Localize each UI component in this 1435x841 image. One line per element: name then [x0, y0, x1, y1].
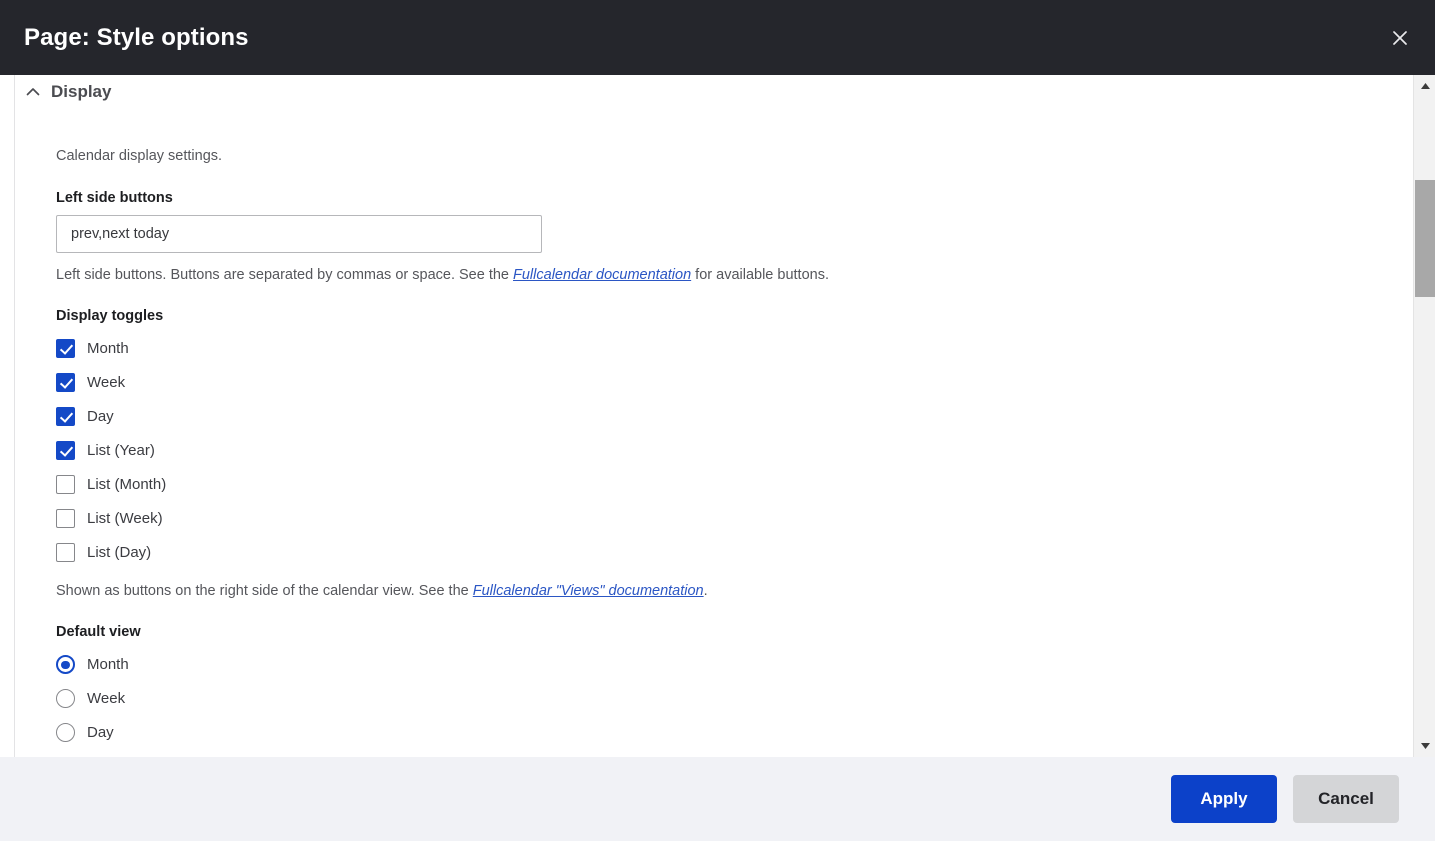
default-view-row[interactable]: Day — [56, 716, 1405, 750]
dialog-titlebar: Page: Style options — [0, 0, 1435, 75]
close-icon[interactable] — [1381, 19, 1419, 57]
default-view-label-text: Month — [87, 656, 129, 674]
display-section-title: Display — [51, 82, 112, 101]
fullcalendar-views-documentation-link[interactable]: Fullcalendar "Views" documentation — [473, 583, 704, 599]
help-text-after: for available buttons. — [691, 267, 829, 284]
left-side-buttons-help: Left side buttons. Buttons are separated… — [56, 266, 1405, 285]
radio-month[interactable] — [56, 655, 75, 675]
display-toggle-label: Month — [87, 339, 129, 357]
display-toggle-row[interactable]: List (Year) — [56, 433, 1405, 467]
display-toggle-row[interactable]: Month — [56, 331, 1405, 365]
toggles-help-before: Shown as buttons on the right side of th… — [56, 583, 473, 600]
display-toggle-label: List (Year) — [87, 441, 155, 459]
checkbox-list-year[interactable] — [56, 440, 75, 460]
display-toggle-row[interactable]: Day — [56, 399, 1405, 433]
radio-day[interactable] — [56, 723, 75, 743]
display-toggle-label: List (Day) — [87, 543, 152, 561]
dialog-content: Display Calendar display settings. Left … — [0, 75, 1435, 757]
display-toggle-label: Week — [87, 373, 126, 391]
display-section: Display Calendar display settings. Left … — [0, 75, 1405, 757]
fullcalendar-documentation-link[interactable]: Fullcalendar documentation — [513, 267, 691, 283]
display-description: Calendar display settings. — [56, 148, 223, 164]
default-view-row[interactable]: List (Year) — [56, 750, 1405, 757]
display-toggle-row[interactable]: List (Week) — [56, 501, 1405, 535]
checkbox-list-day[interactable] — [56, 542, 75, 562]
default-view-row[interactable]: Month — [56, 648, 1405, 682]
display-toggles-help: Shown as buttons on the right side of th… — [56, 582, 1405, 601]
default-view-row[interactable]: Week — [56, 682, 1405, 716]
help-text-before: Left side buttons. Buttons are separated… — [56, 267, 514, 284]
display-toggle-row[interactable]: List (Day) — [56, 535, 1405, 569]
default-view-label-text: Day — [87, 724, 114, 742]
checkbox-week[interactable] — [56, 372, 75, 392]
scrollbar-thumb[interactable] — [1415, 180, 1435, 297]
display-section-body: Calendar display settings. Left side but… — [0, 147, 1405, 757]
page-title: Page: Style options — [24, 23, 249, 51]
display-toggle-label: List (Week) — [87, 509, 163, 527]
checkbox-list-week[interactable] — [56, 508, 75, 528]
checkbox-list-month[interactable] — [56, 474, 75, 494]
triangle-down-icon[interactable] — [1414, 735, 1435, 757]
display-section-header[interactable]: Display — [0, 75, 1405, 100]
default-view-group: Month Week Day List (Year) — [56, 648, 1405, 757]
apply-button[interactable]: Apply — [1171, 775, 1277, 823]
checkbox-month[interactable] — [56, 338, 75, 358]
display-toggles-label: Display toggles — [56, 308, 164, 325]
default-view-label-text: Week — [87, 690, 126, 708]
chevron-up-icon — [25, 84, 41, 100]
left-side-buttons-label: Left side buttons — [56, 189, 173, 206]
dialog-footer: Apply Cancel — [0, 757, 1435, 841]
style-options-dialog: Page: Style options Display Calendar dis… — [0, 0, 1435, 841]
vertical-scrollbar[interactable] — [1413, 75, 1435, 757]
display-toggle-row[interactable]: List (Month) — [56, 467, 1405, 501]
display-toggle-label: Day — [87, 407, 114, 425]
radio-week[interactable] — [56, 689, 75, 709]
left-side-buttons-input[interactable] — [56, 215, 542, 254]
cancel-button[interactable]: Cancel — [1293, 775, 1399, 823]
triangle-up-icon[interactable] — [1414, 75, 1435, 97]
checkbox-day[interactable] — [56, 406, 75, 426]
display-toggle-label: List (Month) — [87, 475, 167, 493]
toggles-help-after: . — [703, 583, 708, 600]
display-toggles-group: Month Week Day List (Year) List (Month) List … — [56, 331, 1405, 569]
display-toggle-row[interactable]: Week — [56, 365, 1405, 399]
default-view-label: Default view — [56, 624, 141, 641]
